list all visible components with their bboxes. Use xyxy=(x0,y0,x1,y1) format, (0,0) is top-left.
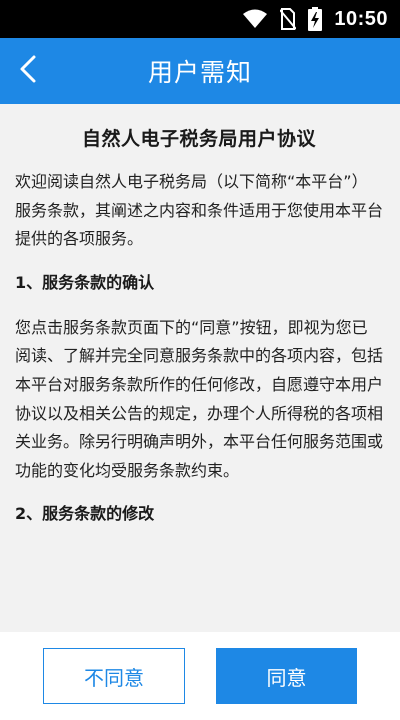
agreement-content[interactable]: 自然人电子税务局用户协议 欢迎阅读自然人电子税务局（以下简称“本平台”）服务条款… xyxy=(0,104,400,632)
section-heading: 2、服务条款的修改 xyxy=(15,504,155,524)
back-button[interactable] xyxy=(0,38,56,104)
disagree-button[interactable]: 不同意 xyxy=(43,648,185,704)
section-body: 您点击服务条款页面下的“同意”按钮，即视为您已阅读、了解并完全同意服务条款中的各… xyxy=(15,317,384,480)
wifi-icon xyxy=(242,9,268,29)
app-bar: 用户需知 xyxy=(0,38,400,104)
page-title: 用户需知 xyxy=(147,58,252,87)
status-bar: 10:50 xyxy=(0,0,400,38)
agreement-title: 自然人电子税务局用户协议 xyxy=(81,128,316,150)
no-sim-icon xyxy=(280,8,297,30)
status-time: 10:50 xyxy=(334,7,388,30)
action-bar: 不同意 同意 xyxy=(0,632,400,720)
agree-button[interactable]: 同意 xyxy=(216,648,357,704)
agreement-intro: 欢迎阅读自然人电子税务局（以下简称“本平台”）服务条款，其阐述之内容和条件适用于… xyxy=(15,172,384,249)
battery-charging-icon xyxy=(308,7,323,31)
chevron-left-icon xyxy=(18,54,38,88)
section-heading: 1、服务条款的确认 xyxy=(15,272,155,292)
status-icons: 10:50 xyxy=(242,7,388,31)
